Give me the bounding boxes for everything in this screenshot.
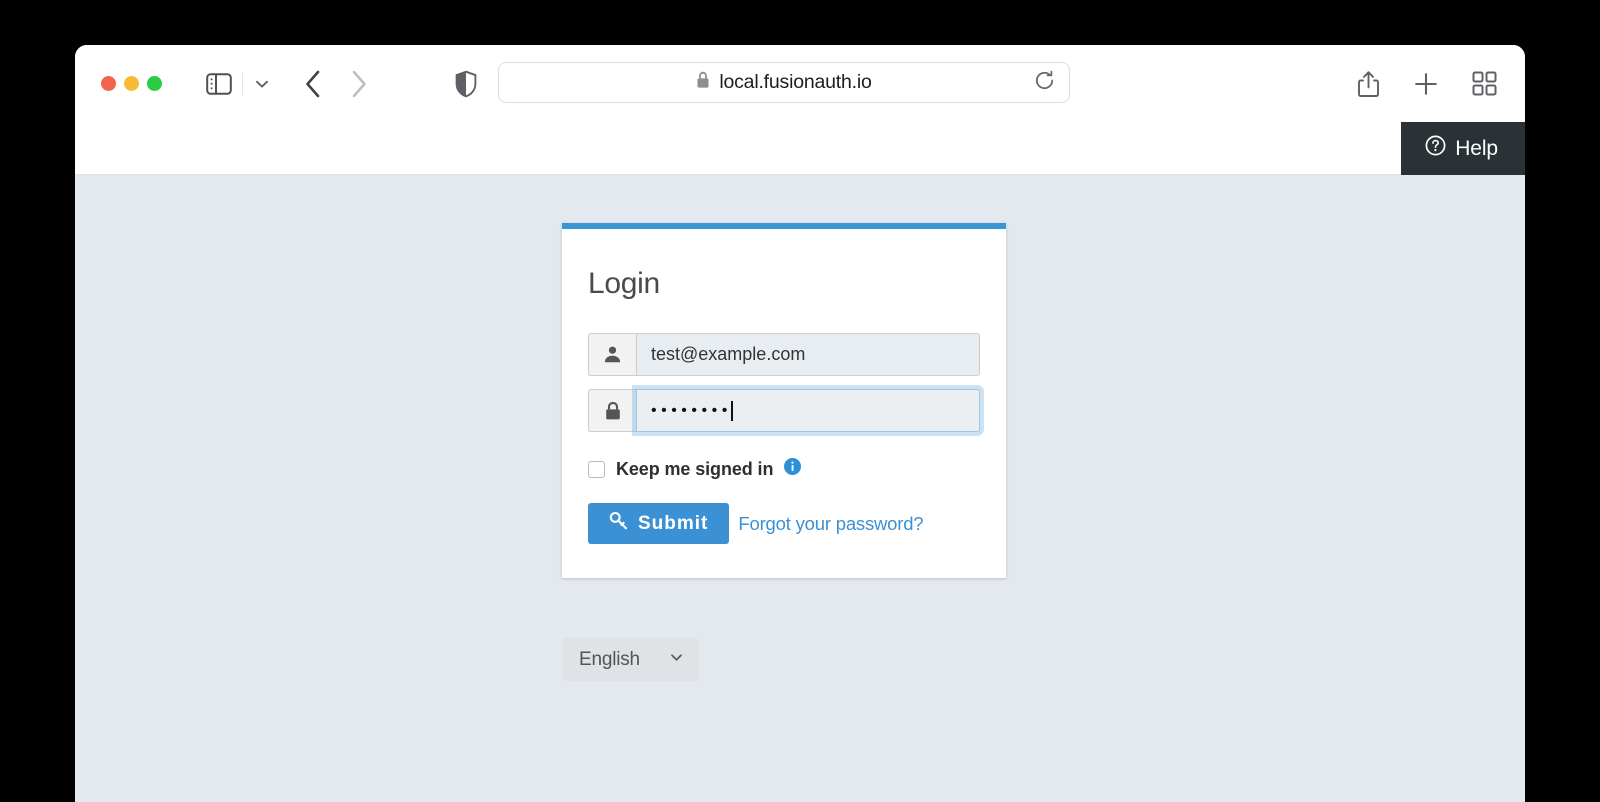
email-field[interactable]: test@example.com	[636, 333, 980, 376]
navigation-buttons	[303, 69, 369, 99]
minimize-window-button[interactable]	[124, 76, 139, 91]
page-body: Login test@example.com •••••••• Keep me …	[75, 175, 1525, 802]
plus-icon[interactable]	[1413, 71, 1439, 97]
help-tab[interactable]: Help	[1401, 122, 1525, 175]
login-actions: Submit Forgot your password?	[588, 503, 980, 544]
browser-window: local.fusionauth.io Help Login test@exam…	[75, 45, 1525, 802]
forgot-password-link[interactable]: Forgot your password?	[738, 513, 923, 535]
lock-icon	[588, 389, 636, 432]
back-button[interactable]	[303, 69, 323, 99]
window-controls	[101, 76, 162, 91]
question-circle-icon	[1425, 135, 1446, 162]
zoom-window-button[interactable]	[147, 76, 162, 91]
address-content: local.fusionauth.io	[696, 71, 872, 94]
address-bar[interactable]: local.fusionauth.io	[498, 62, 1070, 103]
tab-overview-icon[interactable]	[1472, 71, 1497, 96]
page-header: Help	[75, 122, 1525, 175]
keep-signed-in-label: Keep me signed in	[616, 458, 774, 479]
url-text: local.fusionauth.io	[719, 71, 872, 93]
sidebar-icon[interactable]	[206, 72, 232, 95]
browser-toolbar: local.fusionauth.io	[75, 45, 1525, 122]
key-icon	[609, 511, 628, 536]
shield-icon[interactable]	[455, 70, 477, 97]
language-selected-value: English	[579, 648, 640, 670]
lock-icon	[696, 71, 710, 94]
info-circle-icon[interactable]	[784, 458, 802, 480]
keep-signed-in-checkbox[interactable]	[588, 460, 605, 478]
password-input-group: ••••••••	[588, 389, 980, 432]
login-card-inner: Login test@example.com •••••••• Keep me …	[562, 229, 1006, 578]
reload-icon[interactable]	[1034, 70, 1055, 96]
submit-button[interactable]: Submit	[588, 503, 730, 544]
password-masked-value: ••••••••	[651, 401, 732, 419]
page-title: Login	[588, 267, 660, 300]
login-card: Login test@example.com •••••••• Keep me …	[562, 223, 1006, 578]
user-icon	[588, 333, 636, 376]
help-label: Help	[1455, 136, 1498, 160]
chevron-down-icon[interactable]	[253, 75, 271, 93]
text-caret	[730, 400, 733, 421]
forward-button[interactable]	[349, 69, 369, 99]
toolbar-divider	[242, 72, 243, 95]
page-viewport: Help Login test@example.com •••••••• Kee…	[75, 122, 1525, 802]
toolbar-actions	[1357, 45, 1497, 122]
sidebar-controls	[206, 72, 271, 95]
submit-label: Submit	[638, 512, 709, 534]
language-select[interactable]: English	[562, 638, 699, 681]
close-window-button[interactable]	[101, 76, 116, 91]
email-input-group: test@example.com	[588, 333, 980, 376]
share-icon[interactable]	[1357, 70, 1380, 98]
keep-signed-in-row: Keep me signed in	[588, 458, 980, 480]
chevron-down-icon	[668, 649, 685, 671]
password-field[interactable]: ••••••••	[636, 389, 980, 432]
